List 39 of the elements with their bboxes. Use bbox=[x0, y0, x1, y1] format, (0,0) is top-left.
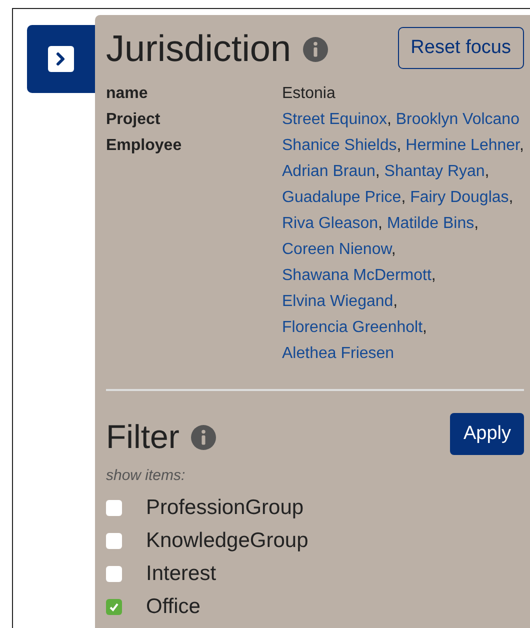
link-list: Street Equinox, Brooklyn Volcano bbox=[282, 107, 524, 133]
expand-toggle-button[interactable] bbox=[27, 25, 95, 93]
option-label: Office bbox=[146, 594, 200, 620]
item-link[interactable]: Coreen Nienow bbox=[282, 241, 392, 258]
item-link[interactable]: Florencia Greenholt bbox=[282, 319, 423, 336]
checkbox[interactable] bbox=[106, 500, 122, 516]
info-icon bbox=[191, 424, 216, 450]
option-label: Interest bbox=[146, 561, 216, 588]
filter-hint: show items: bbox=[106, 466, 186, 486]
item-link[interactable]: Guadalupe Price bbox=[282, 189, 402, 206]
item-link[interactable]: Shanice Shields bbox=[282, 137, 397, 154]
link-list: Shanice Shields, Hermine Lehner, Adrian Braun, Shantay Ryan, Guadalupe Price, Fairy Douglas, Riva Gleason, Matilde Bins, Coreen Nienow, Shawana McDermott, Elvina Wiegand, Florencia Greenholt, Alethea Friesen bbox=[282, 133, 524, 367]
checkbox[interactable] bbox=[106, 533, 122, 549]
item-link[interactable]: Elvina Wiegand bbox=[282, 293, 394, 310]
item-link[interactable]: Adrian Braun bbox=[282, 163, 376, 180]
item-link[interactable]: Shantay Ryan bbox=[384, 163, 485, 180]
property-value: Estonia bbox=[282, 84, 336, 104]
chevron-icon bbox=[48, 46, 74, 72]
checkbox[interactable] bbox=[106, 566, 122, 582]
item-link[interactable]: Street Equinox bbox=[282, 111, 387, 128]
item-link[interactable]: Riva Gleason bbox=[282, 215, 378, 232]
option-label: ProfessionGroup bbox=[146, 495, 304, 522]
item-link[interactable]: Alethea Friesen bbox=[282, 345, 394, 362]
apply-button[interactable]: Apply bbox=[450, 413, 524, 455]
property-label: Project bbox=[106, 110, 162, 130]
item-link[interactable]: Shawana McDermott bbox=[282, 267, 432, 284]
section-title: Jurisdiction bbox=[106, 27, 292, 71]
option-label: KnowledgeGroup bbox=[146, 528, 308, 554]
section-title: Filter bbox=[106, 417, 180, 457]
property-label: name bbox=[106, 84, 149, 104]
item-link[interactable]: Hermine Lehner bbox=[406, 137, 520, 154]
property-label: Employee bbox=[106, 136, 183, 156]
checkmark-icon bbox=[108, 601, 120, 613]
item-link[interactable]: Fairy Douglas bbox=[410, 189, 509, 206]
item-link[interactable]: Matilde Bins bbox=[386, 215, 474, 232]
reset-focus-button[interactable]: Reset focus bbox=[398, 27, 524, 69]
info-icon bbox=[303, 36, 328, 62]
item-link[interactable]: Brooklyn Volcano bbox=[396, 111, 520, 128]
checkbox[interactable] bbox=[106, 599, 122, 615]
